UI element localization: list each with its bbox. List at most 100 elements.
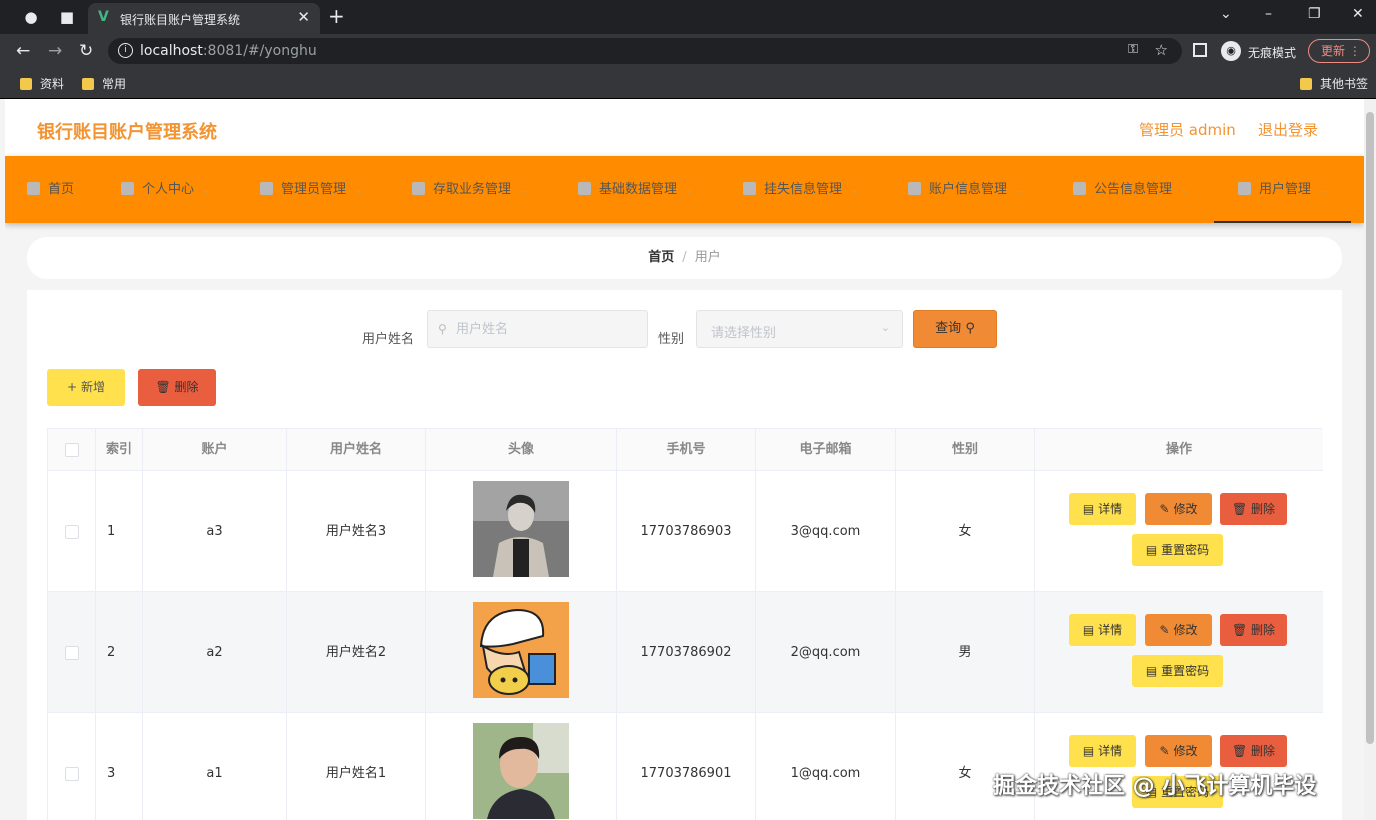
chevron-down-icon[interactable]: ⌄ — [1220, 6, 1232, 22]
cell-email: 2@qq.com — [756, 592, 896, 713]
delete-button[interactable]: 🗑 删除 — [1220, 614, 1287, 646]
cell-account: a1 — [143, 713, 287, 820]
home-icon — [27, 182, 40, 195]
reset-password-button[interactable]: ▤ 重置密码 — [1132, 655, 1223, 687]
edit-button[interactable]: ✎ 修改 — [1145, 493, 1212, 525]
new-tab-icon[interactable]: + — [328, 4, 345, 28]
nav-item-home[interactable]: 首页 — [27, 156, 74, 223]
cell-index: 3 — [96, 713, 143, 820]
info-icon[interactable]: i — [118, 43, 133, 58]
incognito-label: 无痕模式 — [1248, 46, 1297, 60]
gender-placeholder: 请选择性别 — [711, 326, 777, 341]
update-button[interactable]: 更新 ⋮ — [1308, 39, 1370, 63]
reload-icon[interactable]: ↻ — [79, 41, 93, 61]
header-gender: 性别 — [896, 429, 1035, 471]
side-panel-icon[interactable] — [1193, 43, 1207, 57]
query-button[interactable]: 查询 ⚲ — [913, 310, 997, 348]
users-table: 索引 账户 用户姓名 头像 手机号 电子邮箱 性别 操作 1 a3 用户姓名3 — [47, 428, 1323, 820]
name-search-field[interactable]: ⚲ — [427, 310, 648, 348]
name-search-input[interactable] — [456, 311, 641, 347]
cell-name: 用户姓名2 — [287, 592, 426, 713]
nav-item-profile[interactable]: 个人中心 ⌄ — [121, 156, 210, 223]
nav-item-admin[interactable]: 管理员管理 ⌄ — [260, 156, 362, 223]
other-bookmarks[interactable]: 其他书签 — [1300, 75, 1368, 92]
detail-button[interactable]: ▤ 详情 — [1069, 735, 1136, 767]
avatar-image[interactable] — [473, 481, 569, 577]
delete-button[interactable]: 🗑 删除 — [1220, 735, 1287, 767]
pencil-icon: ✎ — [1159, 623, 1170, 637]
reset-password-button[interactable]: ▤ 重置密码 — [1132, 534, 1223, 566]
admin-icon — [260, 182, 273, 195]
scrollbar-thumb[interactable] — [1366, 112, 1374, 744]
nav-item-users[interactable]: 用户管理 ⌄ — [1214, 156, 1352, 223]
edit-button[interactable]: ✎ 修改 — [1145, 735, 1212, 767]
logout-link[interactable]: 退出登录 — [1258, 119, 1318, 140]
bookmark-folder-1[interactable]: 资料 — [20, 75, 64, 92]
document-icon: ▤ — [1082, 502, 1095, 516]
detail-button[interactable]: ▤ 详情 — [1069, 614, 1136, 646]
row-checkbox[interactable] — [48, 592, 96, 713]
batch-delete-button[interactable]: 🗑 删除 — [138, 369, 216, 406]
url-text: localhost:8081/#/yonghu — [140, 43, 317, 59]
nav-item-notice[interactable]: 公告信息管理 ⌄ — [1073, 156, 1188, 223]
cell-name: 用户姓名3 — [287, 471, 426, 592]
forward-icon[interactable]: → — [48, 41, 62, 61]
cell-avatar — [426, 471, 617, 592]
main-nav: 首页 个人中心 ⌄ 管理员管理 ⌄ 存取业务管理 ⌄ 基础数据管理 ⌄ 挂失信息管理 ⌄ … — [5, 156, 1364, 223]
browser-tab-strip: ● ■ V 银行账目账户管理系统 ✕ + ⌄ – ❐ ✕ — [0, 0, 1376, 34]
browser-tab[interactable]: V 银行账目账户管理系统 ✕ — [88, 3, 320, 34]
trash-icon: 🗑 — [155, 380, 171, 394]
close-window-icon[interactable]: ✕ — [1352, 6, 1364, 22]
restore-icon[interactable]: ❐ — [1308, 6, 1321, 22]
cell-phone: 17703786903 — [617, 471, 756, 592]
minimize-icon[interactable]: – — [1265, 6, 1272, 22]
row-checkbox[interactable] — [48, 471, 96, 592]
document-icon: ▤ — [1145, 664, 1158, 678]
search-icon: ⚲ — [438, 322, 447, 336]
nav-item-basic-data[interactable]: 基础数据管理 ⌄ — [578, 156, 693, 223]
chevron-down-icon: ⌄ — [354, 185, 363, 196]
globe-icon[interactable]: ● — [22, 8, 40, 26]
users-icon — [1238, 182, 1251, 195]
star-icon[interactable]: ☆ — [1155, 41, 1168, 59]
close-tab-icon[interactable]: ✕ — [297, 8, 310, 26]
folder-icon — [1300, 78, 1312, 90]
nav-item-deposit[interactable]: 存取业务管理 ⌄ — [412, 156, 527, 223]
data-icon — [578, 182, 591, 195]
nav-item-loss-report[interactable]: 挂失信息管理 ⌄ — [743, 156, 858, 223]
breadcrumb: 首页 / 用户 — [27, 237, 1342, 279]
trash-icon: 🗑 — [1231, 744, 1248, 758]
select-all-checkbox[interactable] — [48, 429, 96, 471]
bookmark-folder-2[interactable]: 常用 — [82, 75, 126, 92]
add-button[interactable]: + 新增 — [47, 369, 125, 406]
cell-phone: 17703786902 — [617, 592, 756, 713]
url-bar[interactable]: i localhost:8081/#/yonghu ⚿ ☆ — [108, 38, 1182, 64]
tab-search-icon[interactable]: ■ — [58, 8, 76, 26]
cell-phone: 17703786901 — [617, 713, 756, 820]
delete-button[interactable]: 🗑 删除 — [1220, 493, 1287, 525]
edit-button[interactable]: ✎ 修改 — [1145, 614, 1212, 646]
cell-gender: 男 — [896, 592, 1035, 713]
table-header: 索引 账户 用户姓名 头像 手机号 电子邮箱 性别 操作 — [48, 429, 1323, 471]
avatar-image[interactable] — [473, 723, 569, 819]
table-row: 3 a1 用户姓名1 17703786901 1@qq.com 女 ▤ 详情 ✎… — [48, 713, 1323, 820]
table-row: 1 a3 用户姓名3 17703786903 3@qq.com 女 ▤ 详情 ✎… — [48, 471, 1323, 592]
breadcrumb-home[interactable]: 首页 — [648, 250, 674, 265]
row-checkbox[interactable] — [48, 713, 96, 820]
document-icon: ▤ — [1082, 623, 1095, 637]
header-phone: 手机号 — [617, 429, 756, 471]
gender-select[interactable]: 请选择性别 ⌄ — [696, 310, 903, 348]
avatar-image[interactable] — [473, 602, 569, 698]
chevron-down-icon: ⌄ — [202, 185, 211, 196]
chevron-down-icon: ⌄ — [1180, 185, 1189, 196]
back-icon[interactable]: ← — [16, 41, 30, 61]
incognito-icon[interactable]: ◉ — [1221, 41, 1241, 61]
cell-account: a3 — [143, 471, 287, 592]
vue-logo-icon: V — [98, 9, 109, 25]
cell-avatar — [426, 592, 617, 713]
detail-button[interactable]: ▤ 详情 — [1069, 493, 1136, 525]
plus-icon: + — [67, 380, 78, 394]
key-icon[interactable]: ⚿ — [1128, 42, 1138, 57]
nav-item-account-info[interactable]: 账户信息管理 ⌄ — [908, 156, 1023, 223]
admin-label[interactable]: 管理员 admin — [1139, 119, 1236, 140]
